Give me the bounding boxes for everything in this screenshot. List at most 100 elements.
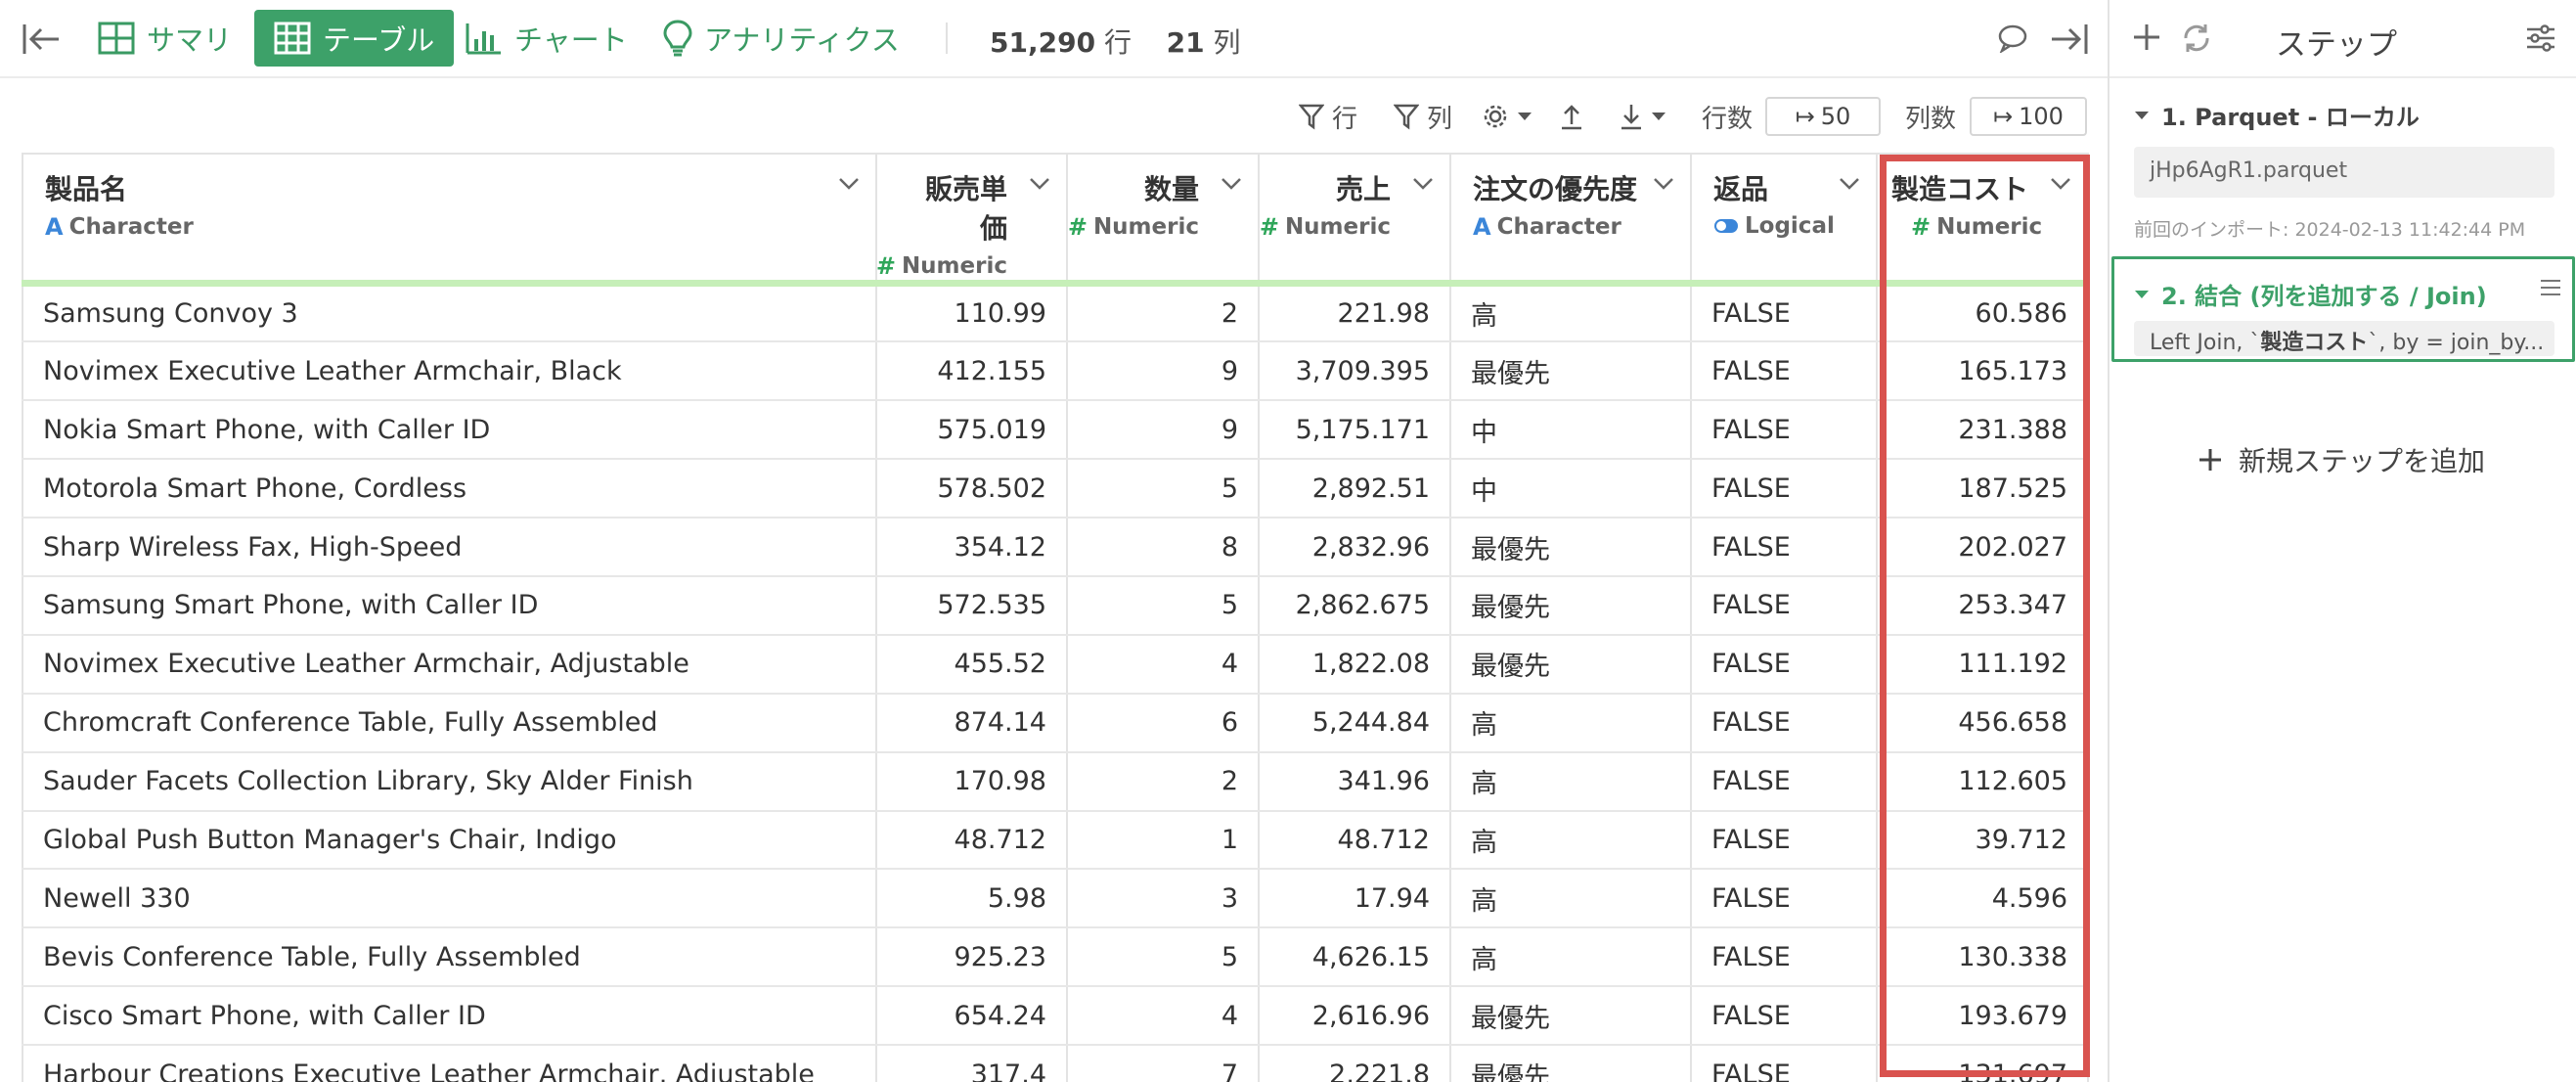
table-cell[interactable]: 231.388 xyxy=(1877,400,2089,461)
table-cell[interactable]: 578.502 xyxy=(876,459,1068,519)
table-cell[interactable]: 5 xyxy=(1067,575,1260,636)
table-cell[interactable]: 354.12 xyxy=(876,518,1068,577)
table-cell[interactable]: Chromcraft Conference Table, Fully Assem… xyxy=(22,693,877,753)
settings-dropdown[interactable] xyxy=(1482,100,1532,133)
tab-summary[interactable]: サマリ xyxy=(98,10,232,67)
chevron-down-icon[interactable] xyxy=(1029,176,1050,195)
table-cell[interactable]: 7 xyxy=(1067,1045,1260,1082)
table-cell[interactable]: 4 xyxy=(1067,634,1260,695)
table-row[interactable]: Samsung Convoy 3 110.99 2 221.98 高 FALSE 60.58… xyxy=(22,283,2089,343)
col-count-input[interactable]: ↦ 100 xyxy=(1970,97,2087,136)
table-cell[interactable]: 317.4 xyxy=(876,1045,1068,1082)
table-row[interactable]: Samsung Smart Phone, with Caller ID 572.5… xyxy=(22,575,2089,636)
column-header[interactable]: 製造コスト # Numeric xyxy=(1877,153,2089,287)
comment-icon[interactable] xyxy=(1997,23,2028,57)
table-cell[interactable]: FALSE xyxy=(1691,459,1878,519)
table-cell[interactable]: 39.712 xyxy=(1877,810,2089,871)
column-header[interactable]: 数量 # Numeric xyxy=(1067,153,1260,287)
table-cell[interactable]: 575.019 xyxy=(876,400,1068,461)
table-cell[interactable]: 925.23 xyxy=(876,927,1068,988)
table-cell[interactable]: 455.52 xyxy=(876,634,1068,695)
step-2-card[interactable]: 2. 結合 (列を追加する / Join) Left Join, `製造コスト`… xyxy=(2111,256,2575,362)
table-cell[interactable]: 165.173 xyxy=(1877,341,2089,402)
table-cell[interactable]: 5 xyxy=(1067,459,1260,519)
table-cell[interactable]: 最優先 xyxy=(1450,986,1692,1047)
table-cell[interactable]: 112.605 xyxy=(1877,751,2089,812)
table-cell[interactable]: 131.697 xyxy=(1877,1045,2089,1082)
table-cell[interactable]: Global Push Button Manager's Chair, Indi… xyxy=(22,810,877,871)
refresh-icon[interactable] xyxy=(2180,22,2213,59)
table-cell[interactable]: Samsung Convoy 3 xyxy=(22,283,877,343)
table-cell[interactable]: 2,832.96 xyxy=(1259,518,1451,577)
table-cell[interactable]: 5,244.84 xyxy=(1259,693,1451,753)
table-cell[interactable]: 2,892.51 xyxy=(1259,459,1451,519)
table-cell[interactable]: 6 xyxy=(1067,693,1260,753)
col-filter-button[interactable]: 列 xyxy=(1394,100,1452,134)
table-cell[interactable]: FALSE xyxy=(1691,283,1878,343)
table-cell[interactable]: FALSE xyxy=(1691,869,1878,929)
settings-sliders-icon[interactable] xyxy=(2525,23,2556,57)
table-cell[interactable]: 高 xyxy=(1450,283,1692,343)
tab-table[interactable]: テーブル xyxy=(254,10,455,67)
table-row[interactable]: Chromcraft Conference Table, Fully Assem… xyxy=(22,693,2089,753)
table-cell[interactable]: 111.192 xyxy=(1877,634,2089,695)
table-cell[interactable]: FALSE xyxy=(1691,400,1878,461)
step-1-header[interactable]: 1. Parquet - ローカル xyxy=(2134,98,2420,132)
table-cell[interactable]: 874.14 xyxy=(876,693,1068,753)
chevron-down-icon[interactable] xyxy=(1653,176,1674,195)
table-cell[interactable]: 最優先 xyxy=(1450,341,1692,402)
collapse-right-icon[interactable] xyxy=(2050,22,2089,61)
table-cell[interactable]: Motorola Smart Phone, Cordless xyxy=(22,459,877,519)
table-cell[interactable]: Nokia Smart Phone, with Caller ID xyxy=(22,400,877,461)
table-cell[interactable]: Novimex Executive Leather Armchair, Blac… xyxy=(22,341,877,402)
table-cell[interactable]: 202.027 xyxy=(1877,518,2089,577)
table-cell[interactable]: FALSE xyxy=(1691,810,1878,871)
table-row[interactable]: Sauder Facets Collection Library, Sky Al… xyxy=(22,751,2089,812)
table-row[interactable]: Newell 330 5.98 3 17.94 高 FALSE 4.596 xyxy=(22,869,2089,929)
table-cell[interactable]: 654.24 xyxy=(876,986,1068,1047)
chevron-down-icon[interactable] xyxy=(2050,176,2071,195)
table-cell[interactable]: 48.712 xyxy=(1259,810,1451,871)
table-row[interactable]: Nokia Smart Phone, with Caller ID 575.019… xyxy=(22,400,2089,461)
table-cell[interactable]: 130.338 xyxy=(1877,927,2089,988)
table-cell[interactable]: 48.712 xyxy=(876,810,1068,871)
table-row[interactable]: Sharp Wireless Fax, High-Speed 354.12 8 2,8… xyxy=(22,518,2089,577)
table-cell[interactable]: 高 xyxy=(1450,810,1692,871)
table-cell[interactable]: 9 xyxy=(1067,400,1260,461)
table-row[interactable]: Cisco Smart Phone, with Caller ID 654.24 4… xyxy=(22,986,2089,1047)
table-cell[interactable]: Sharp Wireless Fax, High-Speed xyxy=(22,518,877,577)
chevron-down-icon[interactable] xyxy=(1839,176,1860,195)
upload-button[interactable] xyxy=(1560,100,1583,133)
table-cell[interactable]: 456.658 xyxy=(1877,693,2089,753)
step-2-header[interactable]: 2. 結合 (列を追加する / Join) xyxy=(2134,277,2487,311)
table-row[interactable]: Novimex Executive Leather Armchair, Adju… xyxy=(22,634,2089,695)
collapse-left-icon[interactable] xyxy=(22,22,61,61)
table-cell[interactable]: 最優先 xyxy=(1450,1045,1692,1082)
table-cell[interactable]: Bevis Conference Table, Fully Assembled xyxy=(22,927,877,988)
row-filter-button[interactable]: 行 xyxy=(1299,100,1357,134)
table-cell[interactable]: Samsung Smart Phone, with Caller ID xyxy=(22,575,877,636)
table-cell[interactable]: 高 xyxy=(1450,751,1692,812)
table-cell[interactable]: 170.98 xyxy=(876,751,1068,812)
step-2-description[interactable]: Left Join, `製造コスト`, by = join_by... xyxy=(2134,321,2554,356)
table-cell[interactable]: 中 xyxy=(1450,459,1692,519)
table-cell[interactable]: FALSE xyxy=(1691,751,1878,812)
table-cell[interactable]: 110.99 xyxy=(876,283,1068,343)
table-cell[interactable]: 2,221.8 xyxy=(1259,1045,1451,1082)
table-cell[interactable]: 最優先 xyxy=(1450,518,1692,577)
tab-chart[interactable]: チャート xyxy=(466,10,628,67)
table-cell[interactable]: 4,626.15 xyxy=(1259,927,1451,988)
table-cell[interactable]: 1,822.08 xyxy=(1259,634,1451,695)
table-cell[interactable]: FALSE xyxy=(1691,1045,1878,1082)
table-cell[interactable]: 高 xyxy=(1450,693,1692,753)
table-cell[interactable]: 221.98 xyxy=(1259,283,1451,343)
table-cell[interactable]: 5 xyxy=(1067,927,1260,988)
table-cell[interactable]: FALSE xyxy=(1691,518,1878,577)
table-cell[interactable]: Harbour Creations Executive Leather Armc… xyxy=(22,1045,877,1082)
column-header[interactable]: 売上 # Numeric xyxy=(1259,153,1451,287)
download-dropdown[interactable] xyxy=(1620,100,1666,133)
row-count-input[interactable]: ↦ 50 xyxy=(1765,97,1881,136)
table-cell[interactable]: Sauder Facets Collection Library, Sky Al… xyxy=(22,751,877,812)
table-row[interactable]: Novimex Executive Leather Armchair, Blac… xyxy=(22,341,2089,402)
table-cell[interactable]: 572.535 xyxy=(876,575,1068,636)
